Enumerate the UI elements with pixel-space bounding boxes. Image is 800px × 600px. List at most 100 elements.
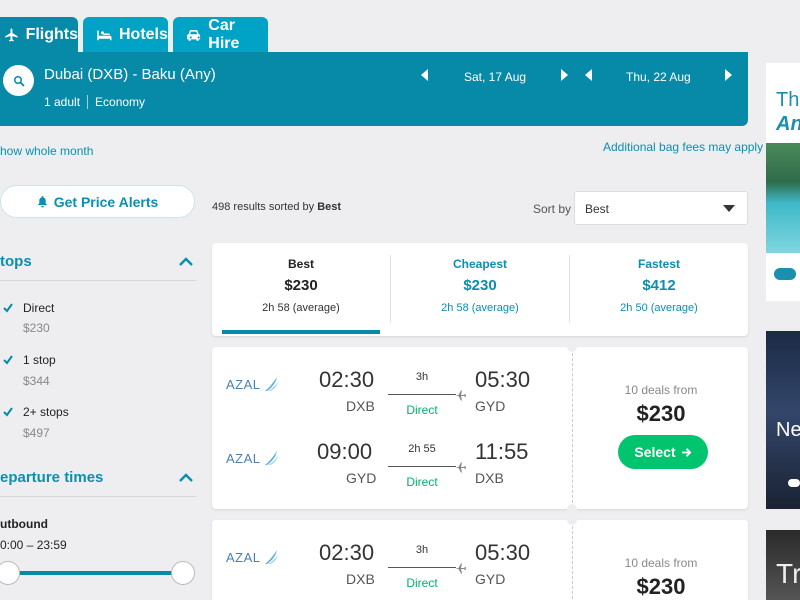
plane-icon <box>455 462 466 473</box>
sort-tab-duration: 2h 58 (average) <box>441 302 519 314</box>
next-depart-date-arrow-icon[interactable] <box>561 69 568 81</box>
stop-option-price: $230 <box>23 321 50 335</box>
advert-text: The <box>776 89 800 111</box>
passenger-summary[interactable]: 1 adult Economy <box>44 95 145 109</box>
divider <box>572 353 573 503</box>
tab-hotels[interactable]: Hotels <box>83 17 168 53</box>
departure-airport-code: DXB <box>346 398 375 414</box>
search-summary-bar: Dubai (DXB) - Baku (Any) 1 adult Economy… <box>0 52 748 126</box>
advert-image <box>766 143 800 253</box>
departure-times-section-title[interactable]: eparture times <box>0 469 103 486</box>
sort-tab-duration: 2h 58 (average) <box>262 302 340 314</box>
stop-option-label[interactable]: 1 stop <box>23 353 56 367</box>
arrow-right-icon <box>681 447 692 457</box>
departure-time: 02:30 <box>319 540 375 565</box>
price-alerts-button[interactable]: Get Price Alerts <box>0 185 195 218</box>
checkbox-direct[interactable] <box>3 303 13 313</box>
airline-name: AZAL <box>226 450 261 466</box>
tab-flights[interactable]: Flights <box>0 17 78 53</box>
passenger-count: 1 adult <box>44 95 81 109</box>
advert-banner[interactable]: Ne <box>766 331 800 509</box>
prev-return-date-arrow-icon[interactable] <box>585 69 592 81</box>
sort-tab-cheapest[interactable]: Cheapest $230 2h 58 (average) <box>391 243 569 336</box>
search-icon <box>13 75 24 86</box>
arrival-time: 11:55 <box>475 439 529 464</box>
airline-logo: AZAL <box>226 450 279 466</box>
sort-tab-price: $230 <box>463 277 497 294</box>
chevron-up-icon[interactable] <box>179 473 193 482</box>
arrival-airport-code: DXB <box>475 470 504 486</box>
sort-select[interactable]: Best <box>574 191 748 225</box>
search-button[interactable] <box>3 65 34 96</box>
divider <box>572 526 573 600</box>
flight-path-line <box>388 466 456 467</box>
departure-airport-code: DXB <box>346 571 375 587</box>
chevron-up-icon[interactable] <box>179 257 193 266</box>
airline-logo: AZAL <box>226 376 279 392</box>
deals-count: 10 deals from <box>624 383 698 397</box>
route-text[interactable]: Dubai (DXB) - Baku (Any) <box>44 66 216 83</box>
results-count: 498 results sorted by Best <box>212 201 341 213</box>
slider-handle-start[interactable] <box>0 561 20 585</box>
stop-option-price: $344 <box>23 374 50 388</box>
flight-result-card[interactable]: AZAL 02:30 DXB 3h Direct 05:30 GYD 10 de… <box>212 520 748 600</box>
bag-fees-link[interactable]: Additional bag fees may apply <box>603 140 763 154</box>
select-button[interactable]: Select <box>618 435 708 469</box>
checkbox-1-stop[interactable] <box>3 355 13 365</box>
arrival-time: 05:30 <box>475 367 531 392</box>
advert-banner[interactable]: Tr <box>766 530 800 600</box>
advert-text: Ne <box>776 419 800 441</box>
flight-result-card[interactable]: AZAL 02:30 DXB 3h Direct 05:30 GYD AZAL … <box>212 347 748 509</box>
azal-wing-icon <box>264 377 278 391</box>
arrival-airport-code: GYD <box>475 398 506 414</box>
arrival-time: 05:30 <box>475 540 531 565</box>
flight-price: $230 <box>636 574 686 599</box>
checkbox-2-plus-stops[interactable] <box>3 407 13 417</box>
stop-option-label[interactable]: 2+ stops <box>23 405 69 419</box>
sort-tab-price: $230 <box>284 277 318 294</box>
divider <box>0 280 196 281</box>
airline-name: AZAL <box>226 376 261 392</box>
tab-label: Hotels <box>119 26 168 43</box>
sort-tab-title: Best <box>287 257 314 271</box>
sort-tabs: Best $230 2h 58 (average) Cheapest $230 … <box>212 243 748 336</box>
results-count-text: 498 results sorted by <box>212 201 315 213</box>
card-notch <box>567 342 577 352</box>
divider <box>87 95 89 109</box>
flight-duration: 3h <box>415 371 429 383</box>
advert-logo-icon <box>788 479 800 487</box>
stops-section-title[interactable]: tops <box>0 253 32 270</box>
bed-icon <box>97 30 112 41</box>
deals-count: 10 deals from <box>624 556 698 570</box>
advert-text: And <box>776 113 800 135</box>
stops-label: Direct <box>406 403 438 417</box>
stop-option-label[interactable]: Direct <box>23 301 54 315</box>
card-notch <box>567 504 577 514</box>
stop-option-price: $497 <box>23 426 50 440</box>
outbound-time-slider[interactable] <box>0 571 185 575</box>
tab-car-hire[interactable]: Car Hire <box>173 17 268 53</box>
car-icon <box>187 29 201 41</box>
sort-tab-duration: 2h 50 (average) <box>620 302 698 314</box>
airline-name: AZAL <box>226 549 261 565</box>
plane-icon <box>5 28 18 42</box>
depart-date[interactable]: Sat, 17 Aug <box>464 70 526 84</box>
sort-select-value: Best <box>585 202 610 216</box>
card-notch <box>567 515 577 525</box>
results-sort-key: Best <box>317 201 342 213</box>
return-date[interactable]: Thu, 22 Aug <box>626 70 691 84</box>
departure-time: 09:00 <box>317 439 373 464</box>
sort-tab-fastest[interactable]: Fastest $412 2h 50 (average) <box>570 243 748 336</box>
airline-logo: AZAL <box>226 549 279 565</box>
price-alerts-label: Get Price Alerts <box>53 193 159 210</box>
prev-depart-date-arrow-icon[interactable] <box>421 69 428 81</box>
caret-down-icon <box>723 205 735 212</box>
advert-logo-icon <box>774 268 796 280</box>
next-return-date-arrow-icon[interactable] <box>725 69 732 81</box>
sort-tab-best[interactable]: Best $230 2h 58 (average) <box>212 243 390 336</box>
departure-airport-code: GYD <box>346 470 377 486</box>
slider-handle-end[interactable] <box>171 561 195 585</box>
show-whole-month-link[interactable]: how whole month <box>0 144 93 158</box>
sort-tab-title: Fastest <box>637 257 681 271</box>
advert-banner[interactable]: The And <box>766 63 800 301</box>
